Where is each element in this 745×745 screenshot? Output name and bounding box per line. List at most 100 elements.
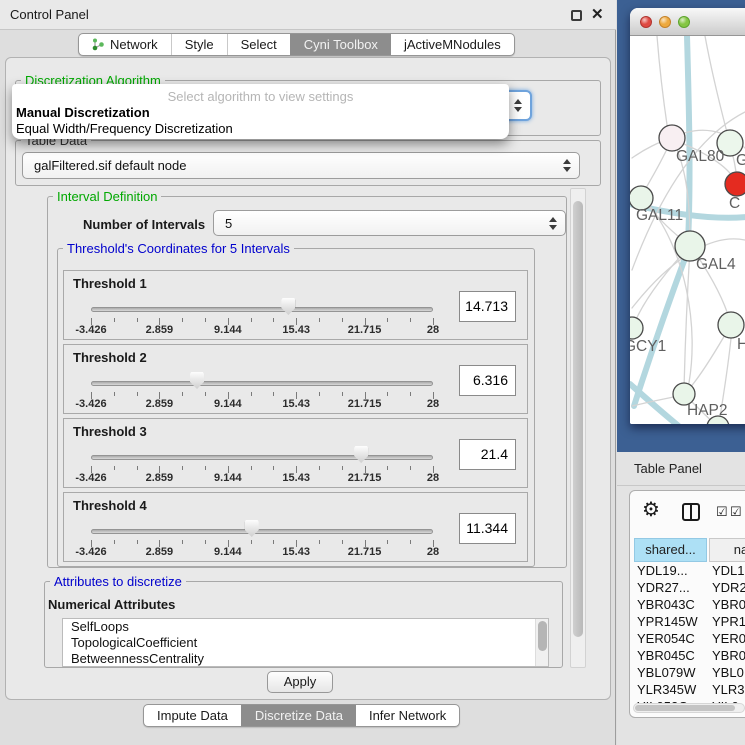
attribute-item[interactable]: TopologicalCoefficient [63, 635, 548, 651]
number-of-intervals-combobox[interactable]: 5 [213, 210, 566, 236]
settings-scrollbar[interactable] [570, 188, 586, 668]
gear-icon[interactable]: ⚙ [642, 497, 660, 522]
slider-tick-label: 9.144 [214, 398, 242, 410]
zoom-button[interactable] [678, 16, 690, 28]
slider-tick [342, 392, 343, 396]
slider-tick [251, 466, 252, 470]
network-window-titlebar[interactable] [630, 8, 745, 36]
select-columns-icon[interactable]: ☑ [716, 504, 728, 520]
slider-tick [342, 318, 343, 322]
network-edge[interactable] [684, 248, 690, 390]
tab-discretize-data[interactable]: Discretize Data [241, 705, 356, 726]
network-edge[interactable] [657, 36, 669, 138]
slider-tick [137, 540, 138, 544]
network-edge[interactable] [688, 328, 729, 390]
cell-name: YBR0 [712, 596, 745, 613]
threshold-slider-handle[interactable] [281, 298, 295, 315]
table-horizontal-scrollbar[interactable] [633, 703, 745, 713]
cell-name: YBL0 [712, 664, 744, 681]
slider-tick [342, 466, 343, 470]
scrollbar-thumb[interactable] [573, 201, 583, 637]
table-data-combobox[interactable]: galFiltered.sif default node [22, 152, 580, 179]
algorithm-option-manual[interactable]: Manual Discretization [16, 105, 150, 120]
node-label: GAL80 [676, 148, 725, 165]
network-node[interactable] [725, 172, 745, 196]
threshold-value-field[interactable]: 21.4 [459, 439, 516, 470]
attribute-item[interactable]: BetweennessCentrality [63, 651, 548, 667]
threshold-slider-handle[interactable] [245, 520, 259, 537]
threshold-slider-handle[interactable] [190, 372, 204, 389]
tab-jactivemnodules[interactable]: jActiveMNodules [391, 34, 514, 55]
slider-tick [251, 540, 252, 544]
table-row[interactable]: YLR345WYLR3 [630, 681, 745, 698]
network-node[interactable] [630, 317, 643, 339]
column-layout-icon[interactable] [682, 503, 700, 521]
tab-select[interactable]: Select [227, 34, 290, 55]
threshold-value-field[interactable]: 11.344 [459, 513, 516, 544]
slider-tick-label: 2.859 [146, 398, 174, 410]
table-row[interactable]: YBR043C YBR0 [630, 596, 745, 613]
threshold-slider-track[interactable] [91, 307, 433, 312]
tab-label: Network [110, 37, 158, 52]
slider-tick [273, 392, 274, 396]
tab-style[interactable]: Style [171, 34, 227, 55]
top-tab-bar: Network Style Select Cyni ToolboxjActiveMNo… [78, 33, 515, 56]
table-row[interactable]: YDL19...YDL1 [630, 562, 745, 579]
slider-tick [251, 392, 252, 396]
table-row[interactable]: YPR145WYPR1 [630, 613, 745, 630]
table-panel-title: Table Panel [634, 461, 702, 476]
slider-tick-label: -3.426 [75, 472, 106, 484]
attributes-list-scrollbar[interactable] [535, 619, 549, 666]
threshold-slider-handle[interactable] [354, 446, 368, 463]
network-canvas[interactable]: GAL80GACGAL11GAL4GCY1HHAP2 [630, 36, 745, 424]
threshold-slider-track[interactable] [91, 381, 433, 386]
close-icon[interactable]: ✕ [591, 5, 604, 23]
network-view-window: GAL80GACGAL11GAL4GCY1HHAP2 [630, 8, 745, 424]
control-panel-titlebar: Control Panel ✕ [0, 0, 616, 30]
algorithm-option-equal-width[interactable]: Equal Width/Frequency Discretization [16, 121, 233, 136]
apply-button[interactable]: Apply [267, 671, 333, 693]
close-button[interactable] [640, 16, 652, 28]
network-edge[interactable] [705, 36, 729, 140]
tab-infer-network[interactable]: Infer Network [356, 705, 459, 726]
table-row[interactable]: YDR27...YDR2 [630, 579, 745, 596]
threshold-value-field[interactable]: 6.316 [459, 365, 516, 396]
network-node[interactable] [718, 312, 744, 338]
threshold-value-field[interactable]: 14.713 [459, 291, 516, 322]
threshold-slider-track[interactable] [91, 529, 433, 534]
column-header-shared-name[interactable]: shared... [634, 538, 707, 562]
attributes-list[interactable]: SelfLoopsTopologicalCoefficientBetweenne… [62, 618, 549, 667]
attributes-group-title: Attributes to discretize [50, 574, 186, 589]
tab-label: Impute Data [157, 708, 228, 723]
node-table-panel: ⚙ ☑ ☑ shared... name YDL19...YDL1YDR27..… [629, 490, 745, 718]
slider-tick-label: 28 [427, 472, 439, 484]
table-row[interactable]: YER054CYER0 [630, 630, 745, 647]
tab-label: Select [241, 37, 277, 52]
tab-cyni-toolbox[interactable]: Cyni Toolbox [290, 34, 391, 55]
slider-tick [205, 466, 206, 470]
attribute-item[interactable]: SelfLoops [63, 619, 548, 635]
tab-network[interactable]: Network [79, 34, 171, 55]
scrollbar-thumb[interactable] [538, 621, 547, 651]
interval-definition-title: Interval Definition [53, 189, 161, 204]
table-row[interactable]: YBL079WYBL0 [630, 664, 745, 681]
slider-tick [114, 540, 115, 544]
slider-tick [319, 318, 320, 322]
select-all-icon[interactable]: ☑ [730, 504, 742, 520]
slider-tick-label: 15.43 [282, 472, 310, 484]
tab-impute-data[interactable]: Impute Data [144, 705, 241, 726]
node-label: HAP2 [687, 402, 728, 419]
cell-shared-name: YBR043C [637, 596, 695, 613]
slider-tick [387, 466, 388, 470]
column-header-name[interactable]: name [709, 538, 745, 562]
table-row[interactable]: YBR045CYBR0 [630, 647, 745, 664]
slider-tick-label: -3.426 [75, 324, 106, 336]
scrollbar-thumb[interactable] [635, 705, 735, 711]
float-window-icon[interactable] [571, 10, 582, 21]
minimize-button[interactable] [659, 16, 671, 28]
cell-shared-name: YDR27... [637, 579, 690, 596]
slider-tick-label: 21.715 [348, 398, 382, 410]
threshold-label: Threshold 4 [73, 498, 147, 513]
threshold-slider-track[interactable] [91, 455, 433, 460]
slider-tick-label: -3.426 [75, 546, 106, 558]
